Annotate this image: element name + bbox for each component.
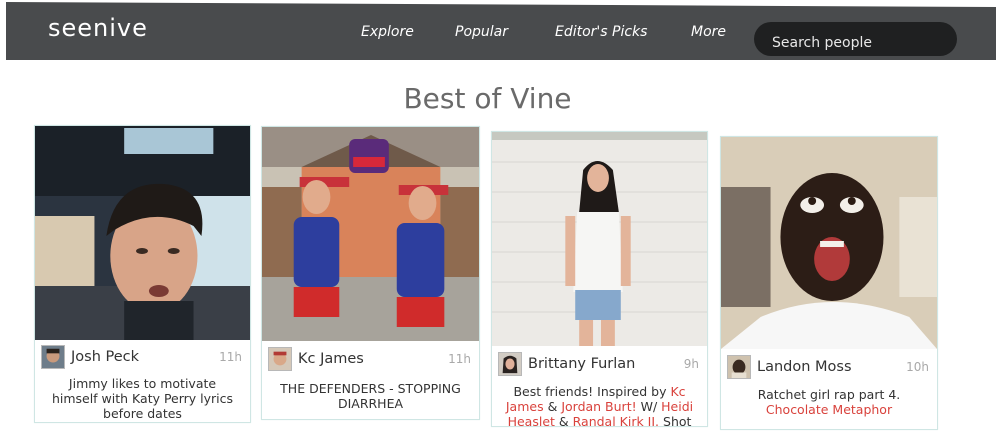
- author-avatar[interactable]: [727, 355, 751, 379]
- nav-popular[interactable]: Popular: [455, 24, 508, 40]
- post-caption: Ratchet girl rap part 4. Chocolate Metap…: [727, 387, 931, 417]
- caption-link[interactable]: Kc: [670, 384, 685, 399]
- author-name[interactable]: Kc James: [298, 351, 364, 367]
- nav-more[interactable]: More: [691, 24, 726, 40]
- caption-link[interactable]: Randal Kirk II.: [573, 414, 659, 429]
- author-row: Brittany Furlan 9h: [492, 352, 707, 376]
- post-caption: Jimmy likes to motivate himself with Kat…: [51, 376, 234, 421]
- author-name[interactable]: Landon Moss: [757, 359, 852, 375]
- vine-card[interactable]: Josh Peck 11h Jimmy likes to motivate hi…: [34, 125, 251, 423]
- caption-link[interactable]: Heaslet: [508, 414, 555, 429]
- video-thumbnail[interactable]: [262, 127, 479, 341]
- vine-card[interactable]: Landon Moss 10h Ratchet girl rap part 4.…: [720, 136, 938, 430]
- vine-card[interactable]: Kc James 11h THE DEFENDERS - STOPPING DI…: [261, 126, 480, 420]
- author-avatar[interactable]: [41, 345, 65, 369]
- post-age: 10h: [906, 360, 929, 374]
- post-caption: THE DEFENDERS - STOPPING DIARRHEA: [280, 381, 461, 411]
- site-logo[interactable]: seenive: [48, 14, 148, 42]
- author-row: Kc James 11h: [262, 347, 479, 371]
- page-title: Best of Vine: [403, 82, 572, 115]
- author-name[interactable]: Josh Peck: [71, 349, 139, 365]
- author-avatar[interactable]: [498, 352, 522, 376]
- top-nav-bar: seenive Explore Popular Editor's Picks M…: [6, 2, 996, 60]
- nav-explore[interactable]: Explore: [361, 24, 414, 40]
- vine-card[interactable]: Brittany Furlan 9h Best friends! Inspire…: [491, 131, 708, 429]
- post-age: 11h: [448, 352, 471, 366]
- caption-link[interactable]: Chocolate Metaphor: [727, 402, 931, 417]
- author-avatar[interactable]: [268, 347, 292, 371]
- caption-link[interactable]: James: [506, 399, 544, 414]
- post-age: 11h: [219, 350, 242, 364]
- post-age: 9h: [683, 357, 699, 371]
- post-caption: Best friends! Inspired by Kc James & Jor…: [505, 384, 694, 429]
- video-thumbnail[interactable]: [721, 137, 937, 349]
- search-input[interactable]: [754, 22, 957, 56]
- author-row: Josh Peck 11h: [35, 345, 250, 369]
- author-row: Landon Moss 10h: [721, 355, 937, 379]
- video-thumbnail[interactable]: [35, 126, 250, 340]
- video-thumbnail[interactable]: [492, 132, 707, 346]
- nav-editors-picks[interactable]: Editor's Picks: [555, 24, 647, 40]
- author-name[interactable]: Brittany Furlan: [528, 356, 635, 372]
- caption-link[interactable]: Heidi: [661, 399, 693, 414]
- caption-link[interactable]: Jordan Burt!: [561, 399, 636, 414]
